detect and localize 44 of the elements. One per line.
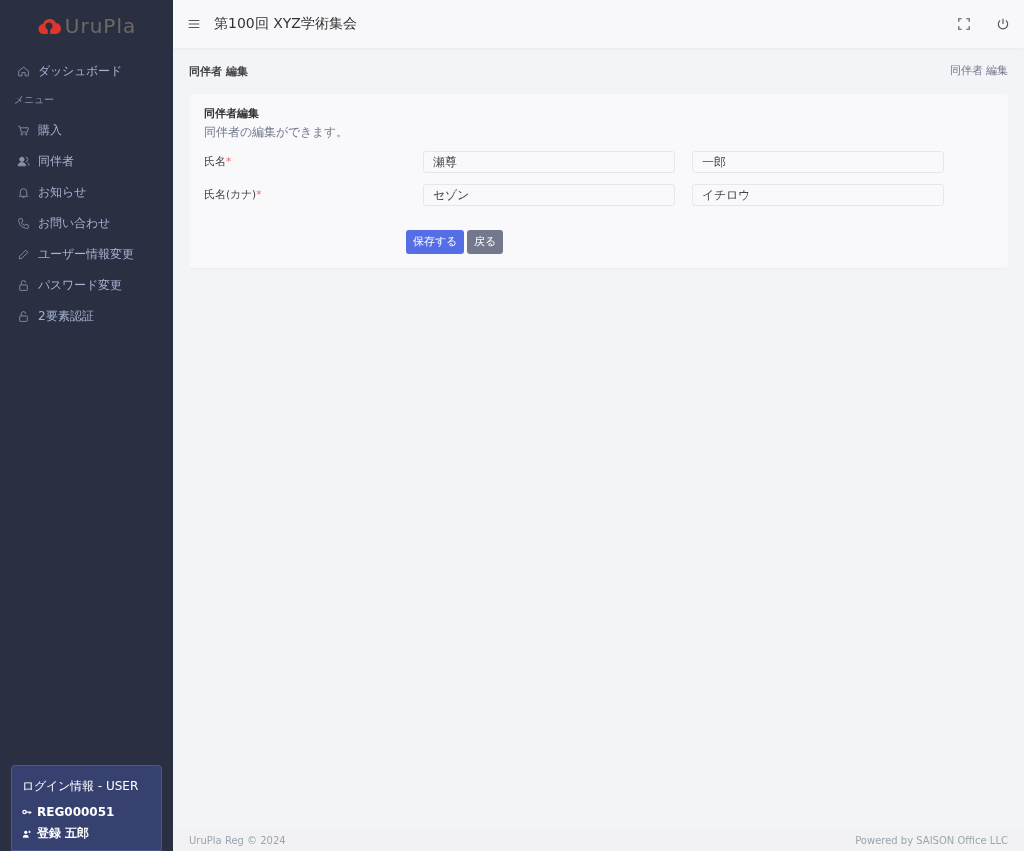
- card-subtitle: 同伴者の編集ができます。: [204, 124, 349, 141]
- people-icon: [17, 155, 30, 168]
- save-button[interactable]: 保存する: [406, 230, 464, 254]
- phone-icon: [17, 217, 30, 230]
- sidebar-item[interactable]: ユーザー情報変更: [0, 239, 173, 270]
- pencil-icon: [17, 248, 30, 261]
- sidebar-item[interactable]: お問い合わせ: [0, 208, 173, 239]
- field-label: 氏名(カナ)*: [204, 188, 263, 202]
- event-title: 第100回 XYZ学術集会: [214, 15, 358, 33]
- input-field[interactable]: 一郎: [692, 151, 944, 173]
- copyright-text: UruPla Reg © 2024: [189, 834, 286, 846]
- logout-button[interactable]: [996, 17, 1010, 31]
- fullscreen-icon: [957, 17, 971, 31]
- user-id: REG000051: [37, 805, 115, 819]
- logo-text: UruPla: [64, 14, 137, 38]
- menu-icon: [187, 17, 201, 31]
- sidebar-item[interactable]: 同伴者: [0, 146, 173, 177]
- input-field[interactable]: 瀬尊: [423, 151, 675, 173]
- field-label: 氏名*: [204, 155, 233, 169]
- sidebar-item[interactable]: ダッシュボード: [0, 56, 173, 87]
- page-title: 同伴者 編集: [189, 63, 248, 79]
- back-button[interactable]: 戻る: [467, 230, 503, 254]
- home-icon: [17, 65, 30, 78]
- sidebar-item[interactable]: お知らせ: [0, 177, 173, 208]
- menu-heading: メニュー: [13, 93, 55, 107]
- input-field[interactable]: イチロウ: [692, 184, 944, 206]
- key-icon: [22, 807, 32, 817]
- user-icon: [22, 828, 32, 839]
- sidebar-item[interactable]: パスワード変更: [0, 270, 173, 301]
- lock-icon: [17, 310, 30, 323]
- menu-button[interactable]: [187, 17, 201, 31]
- breadcrumb-link[interactable]: 同伴者 編集: [949, 64, 1008, 78]
- lock-icon: [17, 279, 30, 292]
- bell-icon: [17, 186, 30, 199]
- login-title: ログイン情報 - USER: [22, 778, 140, 795]
- input-field[interactable]: セゾン: [423, 184, 675, 206]
- sidebar-item[interactable]: 購入: [0, 115, 173, 146]
- cart-icon: [17, 124, 30, 137]
- sidebar-item[interactable]: 2要素認証: [0, 301, 173, 332]
- powered-by-text: Powered by SAISON Office LLC: [855, 834, 1008, 846]
- user-name: 登録 五郎: [37, 825, 90, 842]
- card-title: 同伴者編集: [204, 106, 260, 121]
- power-icon: [996, 17, 1010, 31]
- fullscreen-button[interactable]: [957, 17, 971, 31]
